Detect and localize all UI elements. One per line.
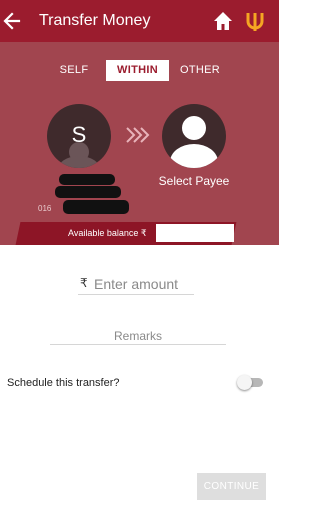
person-icon-head (182, 116, 206, 140)
rupee-icon: ₹ (80, 276, 88, 290)
tab-other[interactable]: OTHER (170, 60, 230, 81)
redacted-sender-name (55, 174, 129, 214)
schedule-transfer-toggle[interactable] (237, 375, 265, 390)
continue-button[interactable]: CONTINUE (197, 473, 266, 500)
home-icon[interactable] (213, 11, 233, 31)
sender-initial: S (71, 122, 87, 147)
pnb-logo (246, 13, 264, 31)
toggle-thumb[interactable] (237, 375, 252, 390)
payee-avatar[interactable] (162, 104, 226, 168)
arrow-left-icon[interactable] (3, 10, 21, 32)
page-title: Transfer Money (39, 12, 151, 29)
sender-avatar: S (47, 104, 111, 168)
available-balance-label: Available balance ₹ (68, 228, 147, 238)
select-payee-label[interactable]: Select Payee (150, 173, 238, 189)
redacted-balance-value (156, 224, 234, 242)
app-bar: Transfer Money (0, 0, 279, 42)
schedule-transfer-label: Schedule this transfer? (7, 377, 120, 389)
remarks-input[interactable] (50, 327, 226, 345)
tab-self[interactable]: SELF (53, 60, 95, 81)
double-chevron-right-icon (126, 127, 150, 143)
person-icon-body (170, 144, 218, 168)
remarks-underline (50, 344, 226, 345)
avatar-silhouette-body (57, 156, 101, 168)
tab-within[interactable]: WITHIN (106, 60, 169, 81)
sender-account-number: 016 (38, 204, 52, 213)
amount-underline (78, 294, 194, 295)
amount-input[interactable] (94, 274, 194, 294)
